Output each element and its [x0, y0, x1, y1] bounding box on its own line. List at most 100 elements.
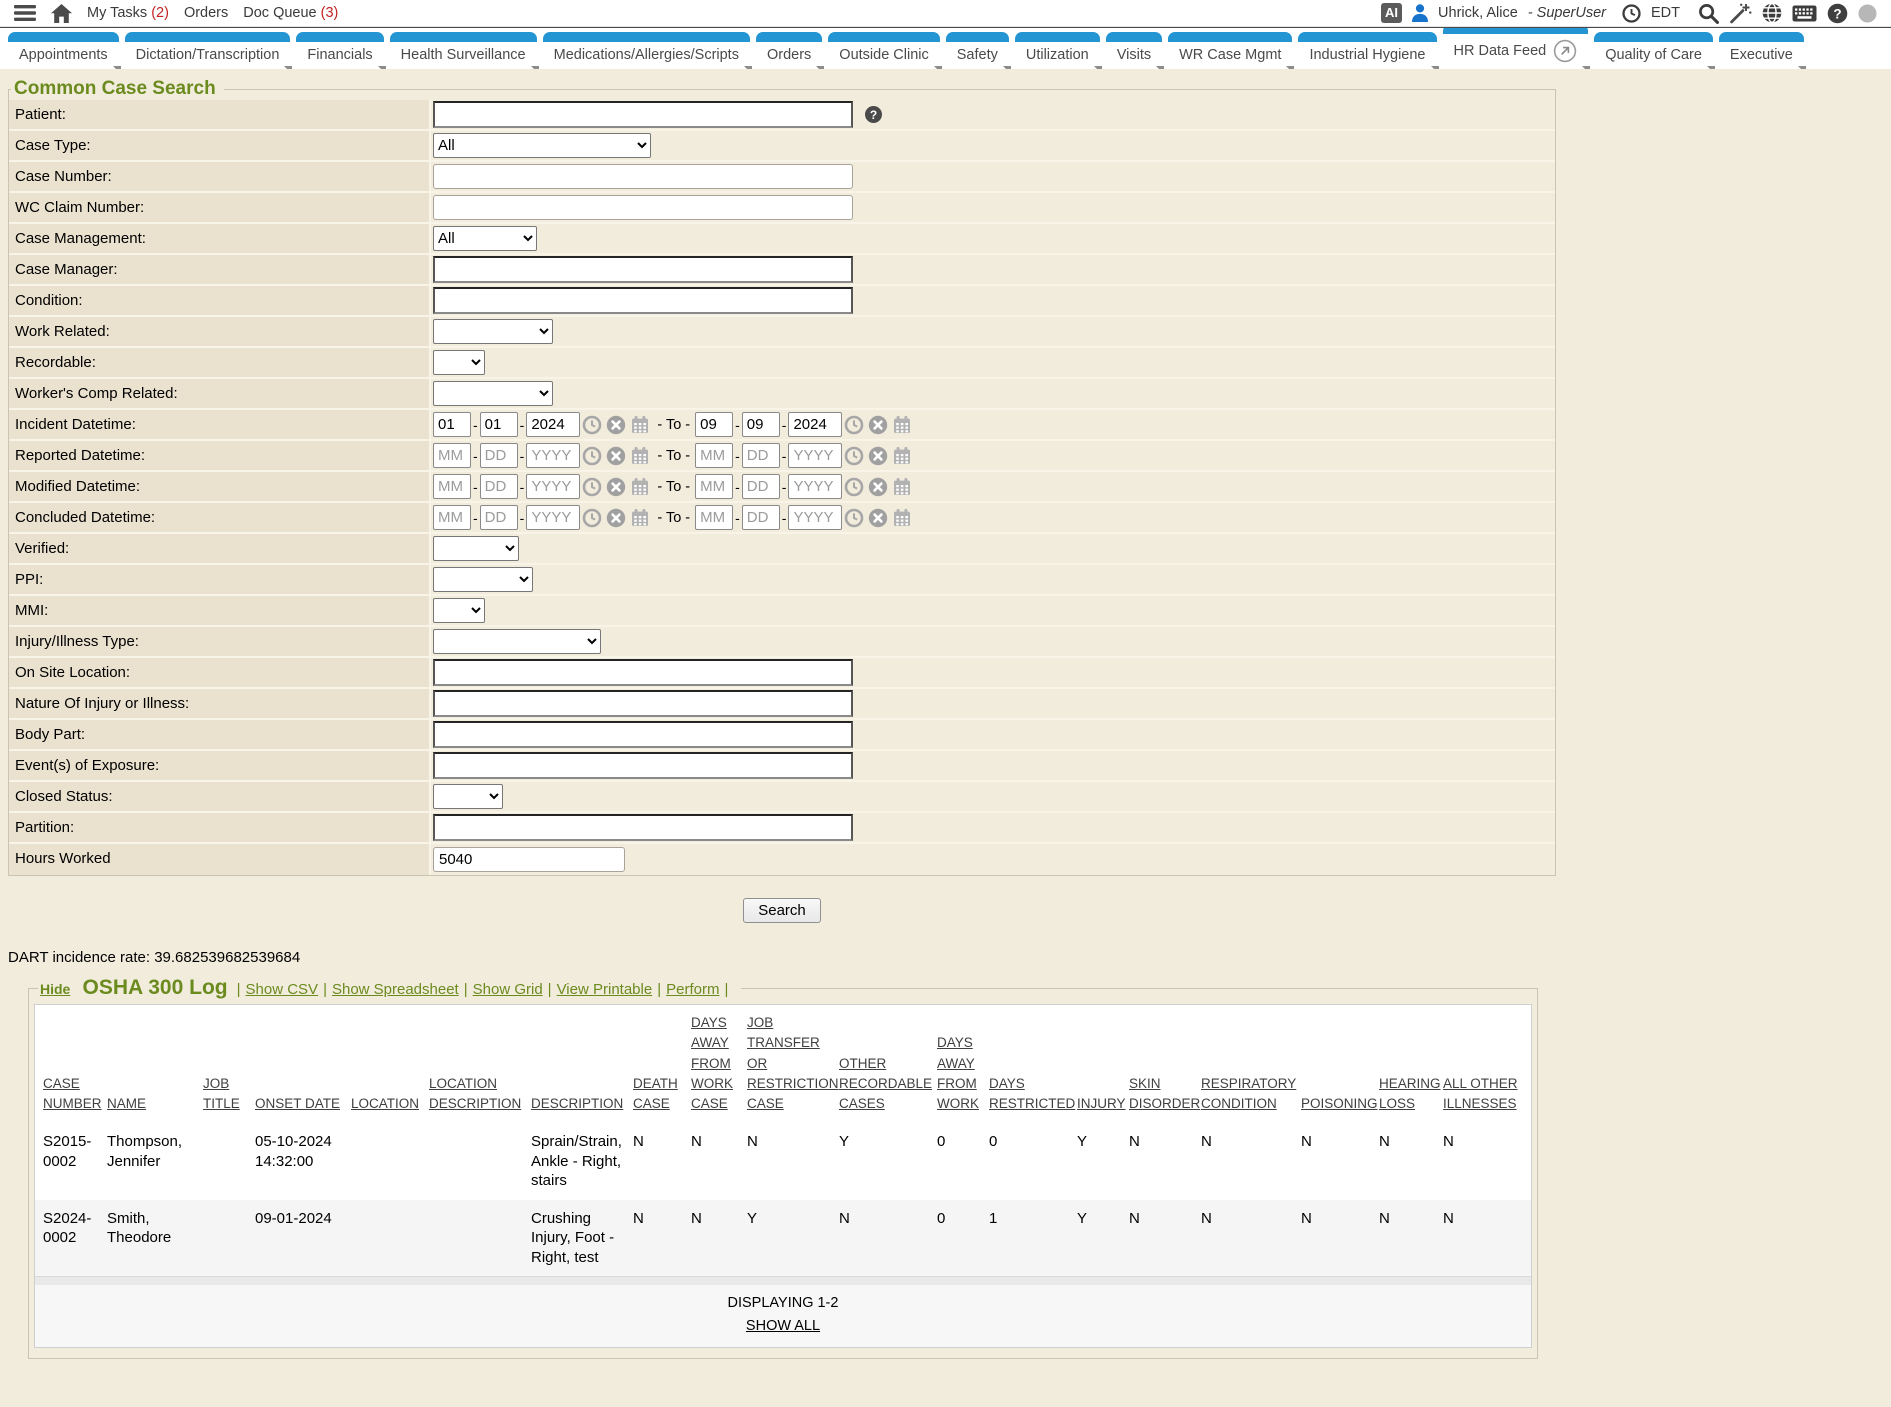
- show-csv-link[interactable]: Show CSV: [246, 981, 319, 998]
- nav-orders[interactable]: Orders: [184, 5, 228, 21]
- calendar-icon[interactable]: [630, 508, 650, 528]
- column-header-job-title[interactable]: JOB TITLE: [203, 1076, 240, 1111]
- concluded_datetime-to-month-input[interactable]: [695, 505, 733, 530]
- calendar-icon[interactable]: [630, 477, 650, 497]
- column-header-job-transfer-or-restriction-case[interactable]: JOB TRANSFER OR RESTRICTION CASE: [747, 1015, 839, 1111]
- user-icon[interactable]: [1412, 4, 1428, 22]
- on_site_location-input[interactable]: [433, 659, 853, 686]
- table-row-S2015-0002[interactable]: S2015-0002Thompson, Jennifer05-10-2024 1…: [35, 1123, 1531, 1200]
- column-header-days-restricted[interactable]: DAYS RESTRICTED: [989, 1076, 1075, 1111]
- clear-icon[interactable]: [868, 477, 888, 497]
- column-header-case-number[interactable]: CASE NUMBER: [43, 1076, 102, 1111]
- ppi-select[interactable]: [433, 567, 533, 592]
- globe-icon[interactable]: [1762, 3, 1782, 23]
- tab-hr-data-feed[interactable]: HR Data Feed: [1443, 27, 1589, 69]
- column-header-days-away-from-work[interactable]: DAYS AWAY FROM WORK: [937, 1035, 979, 1111]
- tab-quality-of-care[interactable]: Quality of Care: [1594, 32, 1713, 69]
- calendar-icon[interactable]: [892, 415, 912, 435]
- tab-safety[interactable]: Safety: [946, 32, 1009, 69]
- column-header-injury[interactable]: INJURY: [1077, 1096, 1126, 1111]
- column-header-skin-disorder[interactable]: SKIN DISORDER: [1129, 1076, 1200, 1111]
- time-picker-icon[interactable]: [844, 508, 864, 528]
- search-icon[interactable]: [1698, 3, 1719, 24]
- time-picker-icon[interactable]: [582, 477, 602, 497]
- clear-icon[interactable]: [868, 446, 888, 466]
- reported_datetime-to-month-input[interactable]: [695, 443, 733, 468]
- tab-appointments[interactable]: Appointments: [8, 32, 119, 69]
- clear-icon[interactable]: [606, 477, 626, 497]
- incident_datetime-to-year-input[interactable]: [788, 412, 842, 437]
- tab-executive[interactable]: Executive: [1719, 32, 1804, 69]
- clear-icon[interactable]: [606, 508, 626, 528]
- tab-utilization[interactable]: Utilization: [1015, 32, 1100, 69]
- tab-dictation-transcription[interactable]: Dictation/Transcription: [125, 32, 291, 69]
- events_of_exposure-input[interactable]: [433, 752, 853, 779]
- column-header-other-recordable-cases[interactable]: OTHER RECORDABLE CASES: [839, 1056, 932, 1112]
- concluded_datetime-to-day-input[interactable]: [742, 505, 780, 530]
- calendar-icon[interactable]: [892, 477, 912, 497]
- horizontal-scrollbar[interactable]: [35, 1276, 1531, 1285]
- keyboard-icon[interactable]: [1792, 5, 1817, 22]
- verified-select[interactable]: [433, 536, 519, 561]
- modified_datetime-to-day-input[interactable]: [742, 474, 780, 499]
- concluded_datetime-from-month-input[interactable]: [433, 505, 471, 530]
- column-header-death-case[interactable]: DEATH CASE: [633, 1076, 678, 1111]
- column-header-location[interactable]: LOCATION: [351, 1096, 419, 1111]
- hide-link[interactable]: Hide: [40, 981, 70, 997]
- incident_datetime-from-year-input[interactable]: [526, 412, 580, 437]
- hours_worked-input[interactable]: [433, 847, 625, 872]
- tab-visits[interactable]: Visits: [1106, 32, 1162, 69]
- calendar-icon[interactable]: [630, 446, 650, 466]
- tab-industrial-hygiene[interactable]: Industrial Hygiene: [1298, 32, 1436, 69]
- reported_datetime-to-day-input[interactable]: [742, 443, 780, 468]
- nav-doc-queue[interactable]: Doc Queue (3): [243, 5, 338, 21]
- modified_datetime-from-month-input[interactable]: [433, 474, 471, 499]
- home-icon[interactable]: [51, 4, 72, 23]
- tab-wr-case-mgmt[interactable]: WR Case Mgmt: [1168, 32, 1292, 69]
- injury_illness_type-select[interactable]: [433, 629, 601, 654]
- calendar-icon[interactable]: [892, 508, 912, 528]
- incident_datetime-to-day-input[interactable]: [742, 412, 780, 437]
- clear-icon[interactable]: [606, 415, 626, 435]
- tab-medications-allergies-scripts[interactable]: Medications/Allergies/Scripts: [543, 32, 750, 69]
- case_management-select[interactable]: All: [433, 226, 537, 251]
- timezone-label[interactable]: EDT: [1651, 5, 1680, 21]
- show-all-link[interactable]: SHOW ALL: [746, 1318, 820, 1334]
- modified_datetime-from-day-input[interactable]: [480, 474, 518, 499]
- reported_datetime-from-month-input[interactable]: [433, 443, 471, 468]
- tab-outside-clinic[interactable]: Outside Clinic: [828, 32, 939, 69]
- clock-icon[interactable]: [1622, 4, 1641, 23]
- partition-input[interactable]: [433, 814, 853, 841]
- ai-badge[interactable]: AI: [1381, 3, 1402, 23]
- incident_datetime-to-month-input[interactable]: [695, 412, 733, 437]
- open-in-circle-icon[interactable]: [1553, 39, 1577, 63]
- reported_datetime-from-day-input[interactable]: [480, 443, 518, 468]
- concluded_datetime-to-year-input[interactable]: [788, 505, 842, 530]
- modified_datetime-from-year-input[interactable]: [526, 474, 580, 499]
- reported_datetime-from-year-input[interactable]: [526, 443, 580, 468]
- column-header-respiratory-condition[interactable]: RESPIRATORY CONDITION: [1201, 1076, 1296, 1111]
- incident_datetime-from-day-input[interactable]: [480, 412, 518, 437]
- tab-health-surveillance[interactable]: Health Surveillance: [390, 32, 537, 69]
- table-row-S2024-0002[interactable]: S2024-0002Smith, Theodore09-01-2024Crush…: [35, 1200, 1531, 1277]
- time-picker-icon[interactable]: [844, 477, 864, 497]
- work_related-select[interactable]: [433, 319, 553, 344]
- perform-link[interactable]: Perform: [666, 981, 719, 998]
- show-spreadsheet-link[interactable]: Show Spreadsheet: [332, 981, 459, 998]
- show-grid-link[interactable]: Show Grid: [473, 981, 543, 998]
- column-header-name[interactable]: NAME: [107, 1096, 146, 1111]
- concluded_datetime-from-year-input[interactable]: [526, 505, 580, 530]
- column-header-location-description[interactable]: LOCATION DESCRIPTION: [429, 1076, 521, 1111]
- column-header-days-away-from-work-case[interactable]: DAYS AWAY FROM WORK CASE: [691, 1015, 733, 1111]
- wc_claim_number-input[interactable]: [433, 195, 853, 220]
- case_number-input[interactable]: [433, 164, 853, 189]
- body_part-input[interactable]: [433, 721, 853, 748]
- patient-input[interactable]: [433, 101, 853, 128]
- column-header-onset-date[interactable]: ONSET DATE: [255, 1096, 340, 1111]
- time-picker-icon[interactable]: [582, 446, 602, 466]
- help-icon[interactable]: ?: [1827, 3, 1848, 24]
- hamburger-menu-icon[interactable]: [14, 5, 36, 21]
- nature_of_injury_or_illness-input[interactable]: [433, 690, 853, 717]
- closed_status-select[interactable]: [433, 784, 503, 809]
- modified_datetime-to-year-input[interactable]: [788, 474, 842, 499]
